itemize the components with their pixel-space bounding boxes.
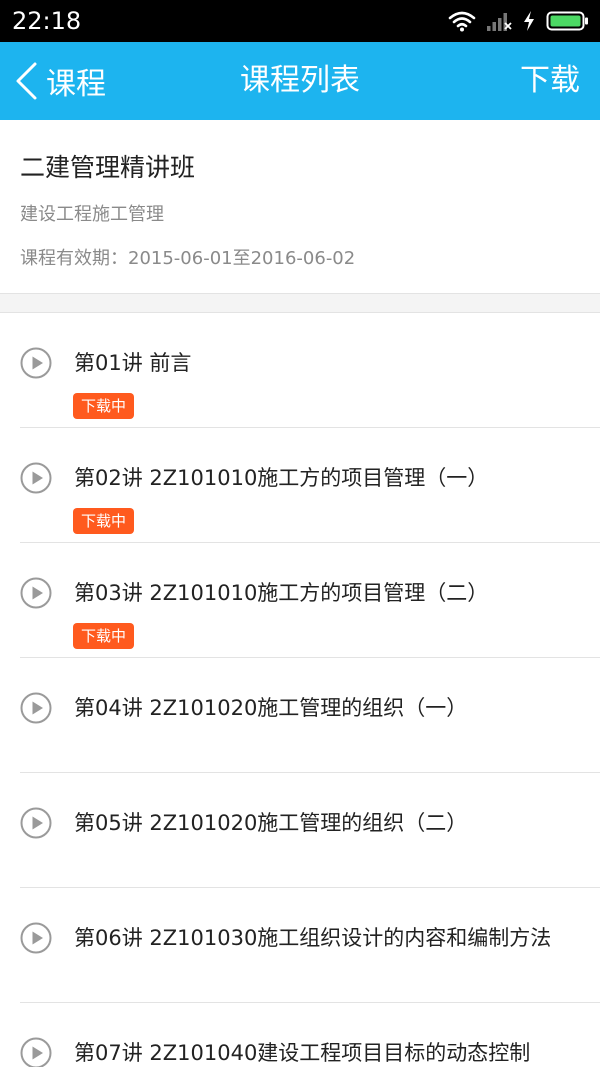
- play-icon[interactable]: [20, 692, 52, 724]
- status-icons: [448, 8, 590, 34]
- battery-icon: [546, 11, 588, 31]
- course-subject: 建设工程施工管理: [20, 204, 164, 225]
- play-icon[interactable]: [20, 922, 52, 954]
- wifi-icon: [448, 11, 476, 32]
- status-time: 22:18: [12, 7, 82, 35]
- play-icon[interactable]: [20, 462, 52, 494]
- lesson-title: 第07讲 2Z101040建设工程项目目标的动态控制: [74, 1041, 531, 1065]
- play-icon[interactable]: [20, 577, 52, 609]
- back-button-label: 课程: [46, 67, 106, 102]
- lesson-item[interactable]: 第01讲 前言 下载中: [0, 313, 600, 428]
- lesson-title: 第01讲 前言: [74, 351, 192, 375]
- lesson-item[interactable]: 第03讲 2Z101010施工方的项目管理（二） 下载中: [0, 543, 600, 658]
- downloading-badge: 下载中: [73, 393, 135, 419]
- charging-icon: [524, 11, 534, 31]
- lesson-list: 第01讲 前言 下载中 第02讲 2Z101010施工方的项目管理（一） 下载中…: [0, 312, 600, 1067]
- course-title: 二建管理精讲班: [20, 153, 196, 182]
- page-title: 课程列表: [240, 63, 360, 98]
- lesson-title: 第06讲 2Z101030施工组织设计的内容和编制方法: [74, 926, 552, 950]
- course-validity: 课程有效期：2015-06-01至2016-06-02: [20, 248, 356, 269]
- chevron-left-icon: [16, 62, 37, 100]
- lesson-item[interactable]: 第06讲 2Z101030施工组织设计的内容和编制方法: [0, 888, 600, 1003]
- lesson-title: 第03讲 2Z101010施工方的项目管理（二）: [74, 581, 489, 605]
- play-icon[interactable]: [20, 347, 52, 379]
- download-button[interactable]: 下载: [520, 42, 580, 120]
- lesson-title: 第02讲 2Z101010施工方的项目管理（一）: [74, 466, 489, 490]
- course-info-card: 二建管理精讲班 建设工程施工管理 课程有效期：2015-06-01至2016-0…: [0, 120, 600, 294]
- lesson-item[interactable]: 第05讲 2Z101020施工管理的组织（二）: [0, 773, 600, 888]
- play-icon[interactable]: [20, 1037, 52, 1067]
- lesson-title: 第05讲 2Z101020施工管理的组织（二）: [74, 811, 468, 835]
- play-icon[interactable]: [20, 807, 52, 839]
- cell-signal-icon: [487, 13, 512, 31]
- downloading-badge: 下载中: [73, 623, 135, 649]
- nav-bar: 课程 课程列表 下载: [0, 42, 600, 120]
- back-button[interactable]: 课程: [14, 42, 106, 120]
- lesson-title: 第04讲 2Z101020施工管理的组织（一）: [74, 696, 468, 720]
- lesson-item[interactable]: 第07讲 2Z101040建设工程项目目标的动态控制: [0, 1003, 600, 1067]
- status-bar: 22:18: [0, 0, 600, 42]
- lesson-item[interactable]: 第02讲 2Z101010施工方的项目管理（一） 下载中: [0, 428, 600, 543]
- downloading-badge: 下载中: [73, 508, 135, 534]
- lesson-item[interactable]: 第04讲 2Z101020施工管理的组织（一）: [0, 658, 600, 773]
